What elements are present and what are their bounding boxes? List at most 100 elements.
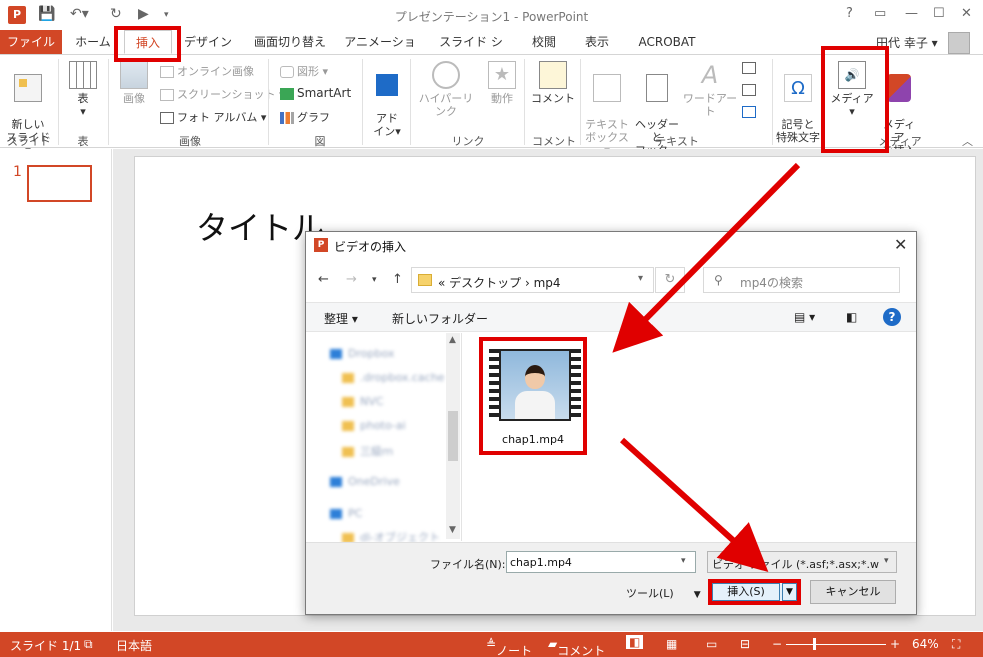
minimize-icon[interactable]: —: [905, 6, 918, 21]
filetype-dropdown-icon[interactable]: ▾: [884, 556, 889, 566]
cancel-button[interactable]: キャンセル: [810, 580, 896, 604]
recent-locations-icon[interactable]: ▾: [372, 275, 377, 285]
filename-label: ファイル名(N):: [430, 558, 506, 571]
group-separator: [410, 59, 411, 145]
nav-item[interactable]: photo-ai: [342, 419, 406, 432]
tab-animations[interactable]: アニメーション: [344, 30, 416, 73]
fit-to-window-icon[interactable]: ⛶: [952, 637, 960, 652]
globe-icon: [432, 61, 460, 89]
addin-button[interactable]: アド イン▾: [368, 61, 406, 138]
tab-design[interactable]: デザイン: [184, 30, 232, 54]
view-icon[interactable]: ▤ ▾: [794, 310, 815, 324]
zoom-out-icon[interactable]: −: [772, 637, 782, 651]
comments-button[interactable]: ▰ コメント: [548, 637, 605, 657]
search-box[interactable]: ⚲ mp4の検索: [703, 267, 900, 293]
hyperlink-button[interactable]: ハイパーリンク: [414, 61, 478, 118]
action-button[interactable]: ★ 動作: [484, 61, 520, 105]
scroll-down-icon[interactable]: ▼: [449, 525, 456, 535]
search-input[interactable]: mp4の検索: [740, 274, 803, 291]
image-button[interactable]: 画像: [114, 61, 154, 105]
date-time-icon[interactable]: [742, 61, 759, 74]
spellcheck-icon[interactable]: ⧉: [84, 637, 93, 652]
normal-view-icon[interactable]: ◧: [626, 635, 644, 649]
group-separator: [580, 59, 581, 145]
command-bar: 整理 ▾ 新しいフォルダー ▤ ▾ ◧ ?: [306, 302, 916, 332]
scroll-thumb[interactable]: [448, 411, 458, 461]
group-label-links: リンク: [451, 135, 485, 148]
reading-view-icon[interactable]: ▭: [706, 637, 717, 651]
nav-item[interactable]: NVC: [342, 395, 383, 408]
zoom-slider[interactable]: [786, 644, 886, 645]
language[interactable]: 日本語: [116, 637, 152, 654]
ribbon-display-options-icon[interactable]: ▭: [874, 6, 886, 21]
slide-number-icon[interactable]: [742, 83, 759, 96]
avatar[interactable]: [948, 32, 970, 54]
zoom-level[interactable]: 64%: [912, 637, 939, 651]
organize-button[interactable]: 整理 ▾: [324, 310, 358, 327]
insert-button[interactable]: 挿入(S): [712, 583, 780, 601]
tab-file[interactable]: ファイル: [0, 30, 62, 54]
nav-item[interactable]: OneDrive: [330, 475, 400, 488]
table-button[interactable]: 表 ▾: [66, 61, 100, 118]
insert-split-dropdown-icon[interactable]: ▼: [782, 583, 797, 601]
new-folder-button[interactable]: 新しいフォルダー: [392, 310, 488, 327]
file-item[interactable]: chap1.mp4: [479, 337, 587, 455]
omega-icon: Ω: [784, 74, 812, 102]
refresh-icon[interactable]: ↻: [655, 267, 685, 293]
tab-home[interactable]: ホーム: [72, 30, 114, 54]
collapse-ribbon-icon[interactable]: ︿: [962, 133, 973, 149]
screenshot-button[interactable]: スクリーンショット ▾: [160, 86, 284, 102]
nav-item[interactable]: .dropbox.cache: [342, 371, 444, 384]
scroll-up-icon[interactable]: ▲: [449, 335, 456, 345]
maximize-icon[interactable]: ☐: [933, 6, 945, 21]
screenshot-label: スクリーンショット: [177, 88, 276, 101]
slide-sorter-icon[interactable]: ▦: [666, 637, 677, 651]
address-bar[interactable]: « デスクトップ › mp4 ▾: [411, 267, 654, 293]
comment-icon: [539, 61, 567, 89]
tab-transitions[interactable]: 画面切り替え: [250, 30, 330, 54]
group-label-text: テキスト: [655, 135, 699, 148]
zoom-in-icon[interactable]: +: [890, 637, 900, 651]
symbols-button[interactable]: Ω 記号と 特殊文字: [776, 61, 820, 144]
dialog-title: ビデオの挿入: [334, 240, 407, 254]
tab-slideshow[interactable]: スライド ショー: [434, 30, 508, 73]
up-arrow-icon[interactable]: ↑: [392, 272, 403, 287]
comment-button[interactable]: コメント: [530, 61, 576, 105]
filename-input[interactable]: [510, 553, 670, 571]
addin-label: アド イン▾: [373, 112, 401, 138]
dialog-footer: ファイル名(N): ▾ ビデオ ファイル (*.asf;*.asx;*.wpl;…: [306, 542, 916, 614]
tools-label: ツール(L): [626, 587, 674, 600]
photo-album-button[interactable]: フォト アルバム ▾: [160, 109, 266, 125]
slideshow-view-icon[interactable]: ⊟: [740, 637, 750, 651]
help-icon[interactable]: ?: [883, 308, 901, 326]
wordart-button[interactable]: A ワードアート: [682, 61, 738, 118]
notes-button[interactable]: ≜ ノート: [486, 637, 532, 657]
tab-acrobat[interactable]: ACROBAT: [632, 30, 702, 54]
object-icon[interactable]: [742, 105, 759, 118]
nav-item[interactable]: Dropbox: [330, 347, 394, 360]
forward-arrow-icon[interactable]: →: [346, 272, 357, 287]
nav-item[interactable]: 三級ｍ: [342, 443, 393, 459]
preview-pane-icon[interactable]: ◧: [846, 310, 857, 324]
textbox-icon: [593, 74, 621, 102]
search-icon: ⚲: [714, 273, 723, 287]
address-dropdown-icon[interactable]: ▾: [638, 273, 643, 284]
close-icon[interactable]: ✕: [961, 6, 972, 21]
tools-button[interactable]: ツール(L) ▼: [626, 585, 701, 601]
zoom-slider-thumb[interactable]: [813, 638, 816, 650]
shapes-button[interactable]: 図形 ▾: [280, 63, 328, 79]
filename-dropdown-icon[interactable]: ▾: [681, 556, 686, 566]
tab-review[interactable]: 校閲: [526, 30, 562, 54]
slide-thumbnail[interactable]: [27, 165, 92, 202]
dialog-close-icon[interactable]: ✕: [894, 235, 907, 254]
graph-button[interactable]: グラフ: [280, 109, 330, 125]
filename-field[interactable]: ▾: [506, 551, 696, 573]
filetype-select[interactable]: ビデオ ファイル (*.asf;*.asx;*.wpl;*.wm ▾: [707, 551, 897, 573]
online-image-button[interactable]: オンライン画像: [160, 63, 254, 79]
tab-view[interactable]: 表示: [578, 30, 616, 54]
back-arrow-icon[interactable]: ←: [318, 272, 329, 287]
nav-item[interactable]: PC: [330, 507, 362, 520]
nav-scrollbar[interactable]: ▲ ▼: [446, 333, 460, 539]
smartart-button[interactable]: SmartArt: [280, 86, 351, 100]
help-icon[interactable]: ?: [846, 6, 853, 21]
